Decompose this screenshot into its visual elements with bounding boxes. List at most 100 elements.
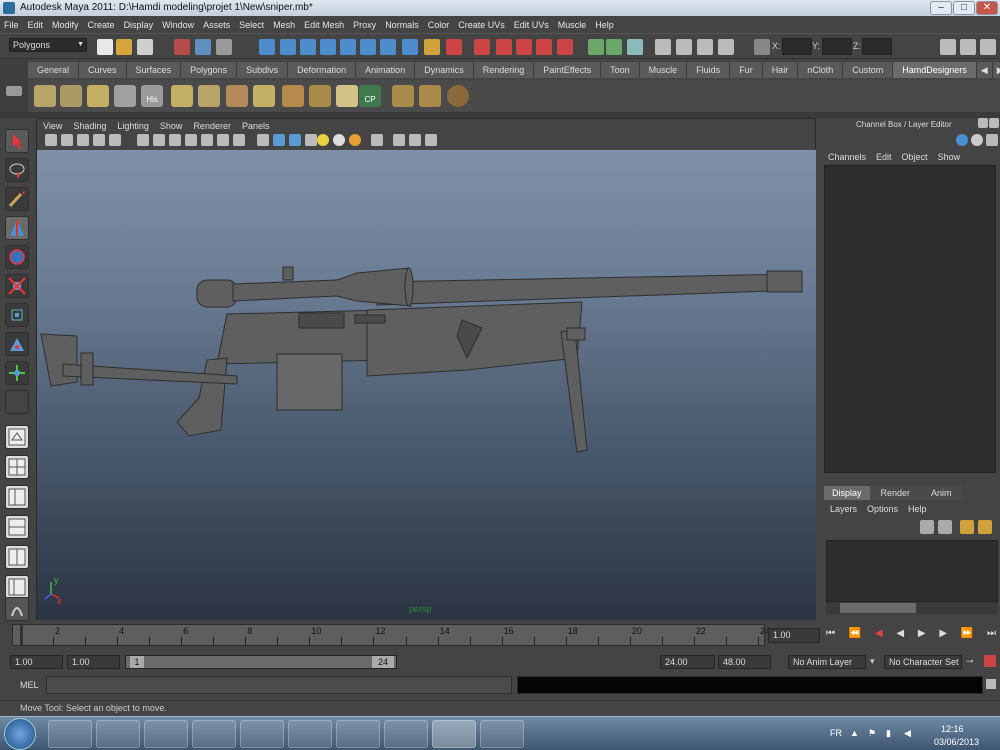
outliner-layout-icon[interactable] [5, 575, 29, 599]
taskbar-app-1-icon[interactable] [48, 720, 92, 748]
menu-select[interactable]: Select [239, 20, 264, 30]
channels-menu[interactable]: Channels [828, 152, 866, 162]
shelf-tab-deformation[interactable]: Deformation [288, 62, 357, 78]
z-field[interactable] [862, 38, 892, 55]
shelf-tool-8-icon[interactable] [226, 85, 248, 107]
render-settings-icon[interactable] [655, 39, 671, 55]
paint-select-tool-icon[interactable] [5, 187, 29, 211]
move-layer-down-icon[interactable] [978, 520, 992, 534]
universal-manipulator-icon[interactable] [5, 303, 29, 327]
isolate-select-icon[interactable] [371, 134, 383, 146]
smooth-shade-icon[interactable] [273, 134, 285, 146]
shelf-tab-ncloth[interactable]: nCloth [798, 62, 844, 78]
move-tool-icon[interactable] [5, 216, 29, 240]
shelf-tab-subdivs[interactable]: Subdivs [237, 62, 289, 78]
shelf-tab-hair[interactable]: Hair [762, 62, 799, 78]
tray-volume-icon[interactable]: ◀ [904, 728, 911, 739]
channel-edit-menu[interactable]: Edit [876, 152, 892, 162]
mel-label[interactable]: MEL [20, 680, 39, 690]
shelf-history-icon[interactable]: His [141, 85, 163, 107]
shelf-tab-polygons[interactable]: Polygons [181, 62, 238, 78]
menu-edit[interactable]: Edit [28, 20, 44, 30]
bookmark-icon[interactable] [77, 134, 89, 146]
camera-icon[interactable] [109, 134, 121, 146]
auto-key-icon[interactable] [984, 655, 996, 667]
layers-scroll-thumb[interactable] [840, 603, 916, 613]
shelf-tab-custom[interactable]: Custom [843, 62, 894, 78]
lasso-tool-icon[interactable] [5, 158, 29, 182]
anim-layer-arrow-icon[interactable]: ▾ [870, 656, 875, 667]
shelf-tab-fur[interactable]: Fur [730, 62, 763, 78]
shelf-tool-11-icon[interactable] [309, 85, 331, 107]
shelf-tool-14-icon[interactable] [392, 85, 414, 107]
layer-options-menu[interactable]: Options [867, 504, 898, 514]
play-backwards-icon[interactable]: ◀ [896, 628, 904, 644]
persp-outliner-layout-icon[interactable] [5, 485, 29, 509]
menu-normals[interactable]: Normals [385, 20, 419, 30]
shelf-tool-3-icon[interactable] [87, 85, 109, 107]
channel-object-menu[interactable]: Object [902, 152, 928, 162]
shelf-tab-dynamics[interactable]: Dynamics [415, 62, 474, 78]
shelf-scroll-right-icon[interactable]: ▶ [992, 62, 1000, 78]
menu-file[interactable]: File [4, 20, 19, 30]
shelf-tool-6-icon[interactable] [171, 85, 193, 107]
show-manipulator-icon[interactable] [5, 361, 29, 385]
channels-list[interactable] [824, 165, 996, 473]
new-layer-icon[interactable] [920, 520, 934, 534]
last-tool-slot[interactable] [5, 390, 29, 414]
step-forward-key-icon[interactable]: ⏩ [961, 628, 973, 644]
character-set-dropdown[interactable]: No Character Set [884, 655, 962, 669]
resolution-gate-icon[interactable] [169, 134, 181, 146]
shelf-tool-4-icon[interactable] [114, 85, 136, 107]
playback-start-field[interactable]: 1.00 [67, 655, 120, 669]
camera-attributes-icon[interactable] [61, 134, 73, 146]
clock-time[interactable]: 12:16 [941, 724, 964, 734]
history-icon[interactable] [474, 39, 490, 55]
menu-muscle[interactable]: Muscle [558, 20, 587, 30]
tray-arrow-icon[interactable]: ▲ [850, 728, 859, 738]
gate-mask-icon[interactable] [185, 134, 197, 146]
maximize-button[interactable]: □ [953, 1, 975, 15]
attribute-editor-icon[interactable] [718, 39, 734, 55]
y-field[interactable] [822, 38, 852, 55]
menu-create[interactable]: Create [88, 20, 115, 30]
attribute-icon[interactable] [971, 134, 983, 146]
shelf-tab-muscle[interactable]: Muscle [639, 62, 688, 78]
layer-tab-render[interactable]: Render [869, 486, 922, 500]
menu-mesh[interactable]: Mesh [273, 20, 295, 30]
single-perspective-layout-icon[interactable] [5, 425, 29, 449]
show-attribute-editor-icon[interactable] [940, 39, 956, 55]
tray-network-icon[interactable]: ▮ [886, 728, 891, 739]
mask-2-icon[interactable] [380, 39, 396, 55]
shelf-tab-fluids[interactable]: Fluids [687, 62, 731, 78]
shelf-tool-2-icon[interactable] [60, 85, 82, 107]
image-plane-icon[interactable] [93, 134, 105, 146]
perspective-view[interactable]: persp y x [37, 150, 816, 620]
mel-input[interactable] [46, 676, 512, 694]
new-scene-icon[interactable] [97, 39, 113, 55]
persp-graph-layout-icon[interactable] [5, 515, 29, 539]
step-back-key-icon[interactable]: ⏪ [849, 628, 861, 644]
go-to-end-icon[interactable]: ⏭ [987, 628, 996, 644]
menu-assets[interactable]: Assets [203, 20, 230, 30]
layers-scrollbar[interactable] [826, 602, 998, 614]
panel-menu-shading[interactable]: Shading [73, 119, 106, 133]
xray-joints-icon[interactable] [409, 134, 421, 146]
camera-select-icon[interactable] [45, 134, 57, 146]
shelf-tool-7-icon[interactable] [198, 85, 220, 107]
grid-icon[interactable] [137, 134, 149, 146]
render-view-icon[interactable] [588, 39, 604, 55]
menu-modify[interactable]: Modify [52, 20, 79, 30]
panel-close-icon[interactable] [989, 118, 999, 128]
safe-title-icon[interactable] [233, 134, 245, 146]
all-lights-icon[interactable] [333, 134, 345, 146]
panel-menu-show[interactable]: Show [160, 119, 183, 133]
taskbar-zbrush-icon[interactable] [384, 720, 428, 748]
range-end-handle[interactable]: 24 [372, 656, 394, 668]
textured-icon[interactable] [305, 134, 317, 146]
mask-icon[interactable] [360, 39, 376, 55]
taskbar-app-5-icon[interactable] [240, 720, 284, 748]
magnet-icon[interactable] [536, 39, 552, 55]
start-button-icon[interactable] [4, 718, 36, 750]
play-forwards-icon[interactable]: ▶ [918, 628, 926, 644]
